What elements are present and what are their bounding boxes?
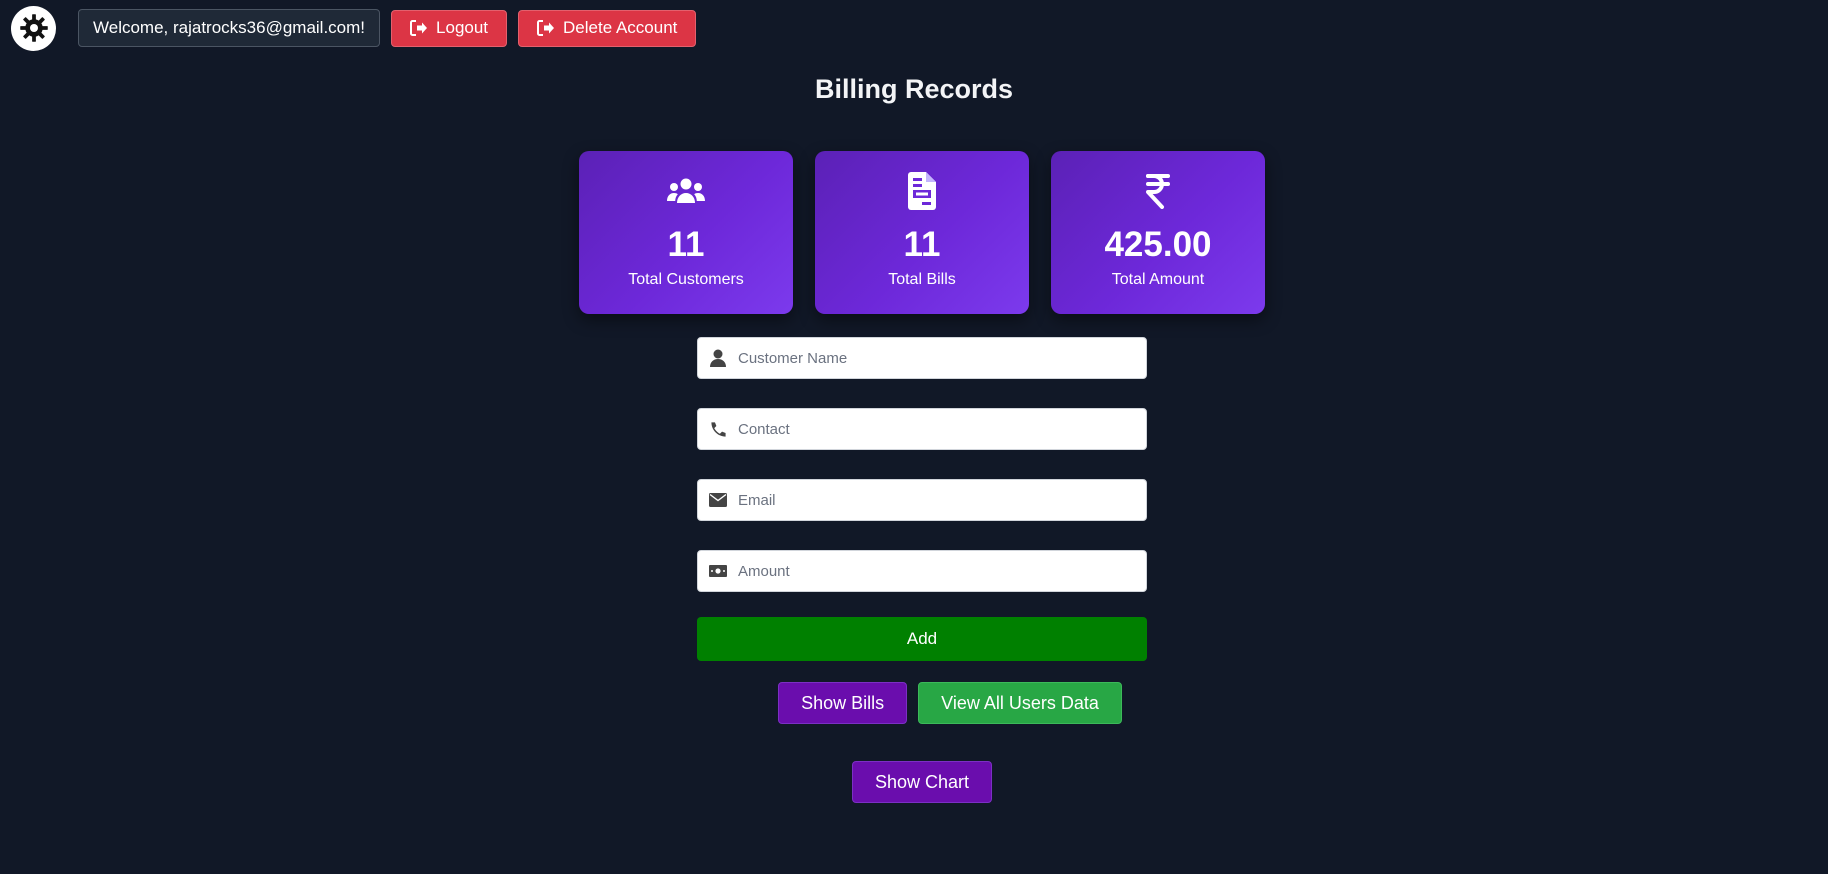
page-title: Billing Records <box>814 74 1014 104</box>
money-bill-icon <box>709 565 727 577</box>
contact-input[interactable] <box>738 409 1146 449</box>
view-all-users-button[interactable]: View All Users Data <box>918 682 1122 724</box>
total-bills-value: 11 <box>903 225 941 264</box>
sign-out-icon <box>410 20 428 36</box>
total-amount-label: Total Amount <box>1111 271 1205 288</box>
total-customers-label: Total Customers <box>628 271 744 288</box>
billing-form: Add <box>697 337 1147 661</box>
email-field <box>697 479 1147 521</box>
gear-icon <box>19 14 48 42</box>
amount-field <box>697 550 1147 592</box>
customer-name-field <box>697 337 1147 379</box>
welcome-badge: Welcome, rajatrocks36@gmail.com! <box>78 9 381 47</box>
delete-account-label: Delete Account <box>563 18 678 37</box>
logout-button[interactable]: Logout <box>391 9 508 47</box>
show-bills-button[interactable]: Show Bills <box>778 682 908 724</box>
stat-card-customers: 11 Total Customers <box>579 151 793 314</box>
total-amount-value: 425.00 <box>1104 225 1212 264</box>
amount-input[interactable] <box>738 551 1146 591</box>
envelope-icon <box>709 493 727 507</box>
email-input[interactable] <box>738 480 1146 520</box>
stat-card-amount: 425.00 Total Amount <box>1051 151 1265 314</box>
total-bills-label: Total Bills <box>888 271 956 288</box>
file-invoice-icon <box>908 172 936 210</box>
chart-action: Show Chart <box>0 761 1828 803</box>
top-bar: Welcome, rajatrocks36@gmail.com! Logout … <box>11 5 697 51</box>
total-customers-value: 11 <box>667 225 705 264</box>
show-chart-button[interactable]: Show Chart <box>851 761 993 803</box>
customer-name-input[interactable] <box>738 338 1146 378</box>
logout-label: Logout <box>436 18 489 37</box>
add-button[interactable]: Add <box>697 617 1147 661</box>
contact-field <box>697 408 1147 450</box>
delete-account-button[interactable]: Delete Account <box>518 9 697 47</box>
users-icon <box>667 178 705 203</box>
sign-out-icon <box>537 20 555 36</box>
stats-cards: 11 Total Customers 11 Total Bills 425.00… <box>579 151 1265 314</box>
phone-icon <box>710 421 726 437</box>
settings-avatar[interactable] <box>11 5 56 51</box>
stat-card-bills: 11 Total Bills <box>815 151 1029 314</box>
rupee-icon <box>1146 174 1170 209</box>
user-icon <box>710 349 726 367</box>
action-buttons: Show Bills View All Users Data <box>0 682 1828 724</box>
